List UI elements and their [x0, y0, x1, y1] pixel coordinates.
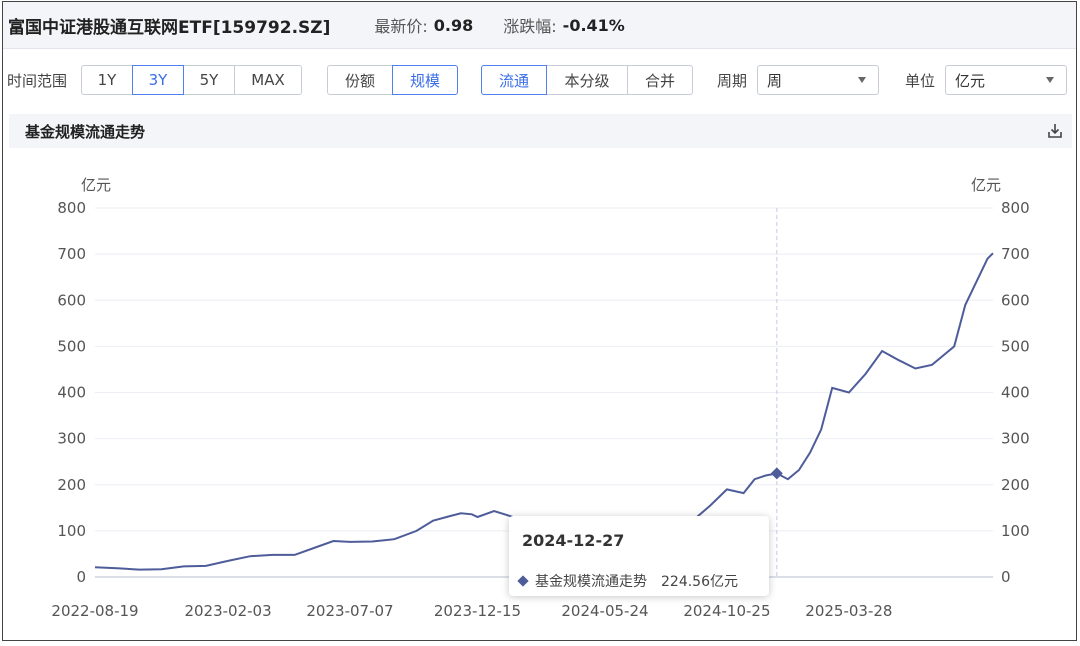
y-axis-label-left: 亿元 — [81, 176, 111, 194]
diamond-icon — [517, 575, 529, 587]
tooltip-row: 基金规模流通走势 224.56亿元 — [517, 571, 738, 591]
chart-tooltip: 2024-12-27 基金规模流通走势 224.56亿元 — [509, 516, 769, 596]
y-tick-label-right: 500 — [1001, 337, 1030, 355]
x-tick-label: 2023-12-15 — [434, 602, 521, 620]
y-tick-label-left: 100 — [57, 522, 86, 540]
x-tick-label: 2023-07-07 — [306, 602, 393, 620]
x-tick-label: 2024-10-25 — [683, 602, 770, 620]
y-tick-label-left: 700 — [57, 245, 86, 263]
y-tick-label-right: 700 — [1001, 245, 1030, 263]
fund-panel: 富国中证港股通互联网ETF[159792.SZ] 最新价: 0.98 涨跌幅: … — [2, 1, 1077, 641]
y-tick-label-left: 300 — [57, 430, 86, 448]
highlight-marker — [770, 467, 783, 480]
y-tick-label-right: 800 — [1001, 199, 1030, 217]
share-button-circulating[interactable]: 流通 — [481, 65, 547, 95]
y-tick-label-right: 100 — [1001, 522, 1030, 540]
y-tick-label-right: 600 — [1001, 291, 1030, 309]
y-tick-label-left: 500 — [57, 337, 86, 355]
x-tick-label: 2023-02-03 — [184, 602, 271, 620]
range-button-3y[interactable]: 3Y — [132, 65, 184, 95]
tooltip-series-name: 基金规模流通走势 — [535, 574, 647, 590]
tooltip-value: 224.56亿元 — [661, 574, 738, 590]
y-tick-label-right: 400 — [1001, 384, 1030, 402]
metric-button-scale[interactable]: 规模 — [392, 65, 458, 95]
y-tick-label-right: 300 — [1001, 430, 1030, 448]
tooltip-date: 2024-12-27 — [522, 531, 625, 550]
x-tick-labels: 2022-08-19 2023-02-03 2023-07-07 2023-12-15… — [51, 602, 892, 620]
y-tick-label-right: 200 — [1001, 476, 1030, 494]
y-tick-label-left: 800 — [57, 199, 86, 217]
y-tick-label-left: 400 — [57, 384, 86, 402]
x-tick-label: 2022-08-19 — [51, 602, 138, 620]
y-tick-label-right: 0 — [1001, 568, 1011, 586]
y-tick-label-left: 600 — [57, 291, 86, 309]
y-axis-label-right: 亿元 — [971, 176, 1001, 194]
y-tick-label-left: 0 — [76, 568, 86, 586]
x-tick-label: 2024-05-24 — [561, 602, 648, 620]
x-tick-label: 2025-03-28 — [805, 602, 892, 620]
y-tick-label-left: 200 — [57, 476, 86, 494]
